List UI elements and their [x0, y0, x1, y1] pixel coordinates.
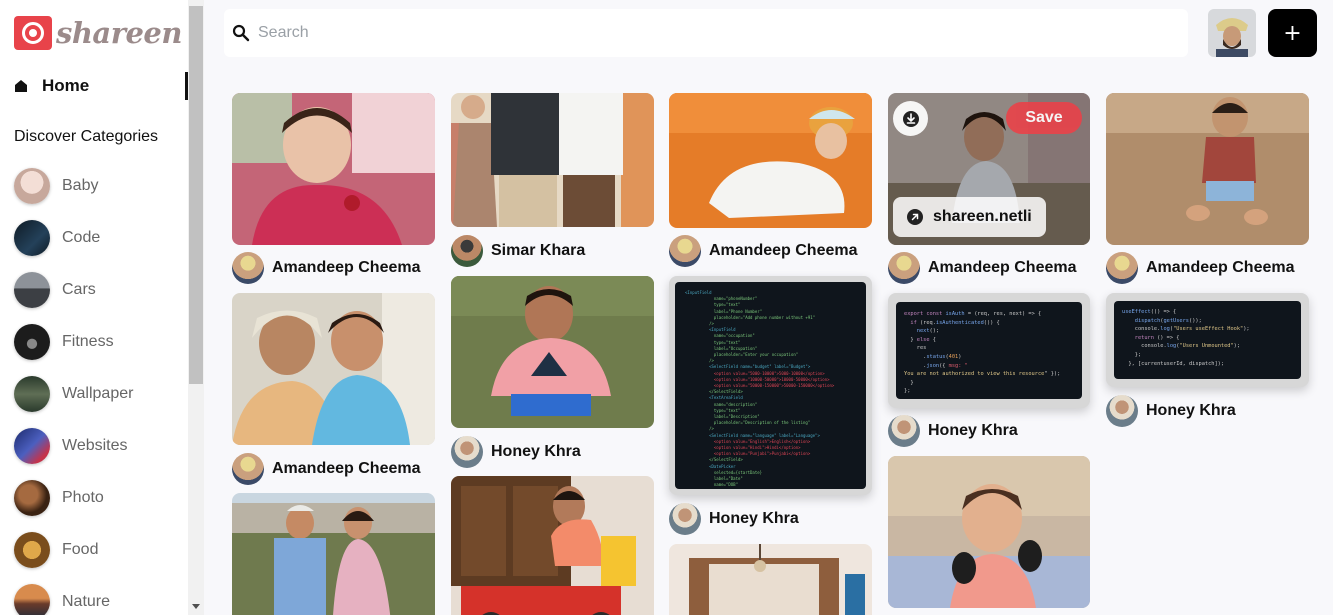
category-label: Nature [62, 593, 111, 610]
pin-image[interactable] [669, 544, 872, 615]
pin-image[interactable] [451, 93, 654, 227]
author-avatar [451, 235, 483, 267]
pin-image[interactable]: useEffect(() => { dispatch(getUsers()); … [1106, 293, 1309, 387]
pin-image[interactable] [232, 293, 435, 445]
discover-categories-title: Discover Categories [14, 128, 159, 145]
user-avatar[interactable] [1208, 9, 1256, 57]
pin-author[interactable]: Honey Khra [451, 436, 581, 468]
category-thumbnail [14, 168, 50, 204]
pin-author[interactable]: Honey Khra [1106, 395, 1236, 427]
scrollbar-thumb[interactable] [189, 6, 203, 384]
category-nature[interactable]: Nature [14, 584, 133, 615]
download-icon [902, 110, 919, 127]
author-avatar [451, 436, 483, 468]
category-websites[interactable]: Websites [14, 428, 133, 464]
author-avatar [232, 252, 264, 284]
category-food[interactable]: Food [14, 532, 133, 568]
app-logo[interactable]: shareen [14, 16, 182, 50]
brand-name: shareen [56, 16, 182, 50]
author-avatar [1106, 395, 1138, 427]
category-baby[interactable]: Baby [14, 168, 133, 204]
avatar-image [1208, 9, 1256, 57]
author-name: Amandeep Cheema [928, 259, 1077, 276]
pin-image[interactable] [1106, 93, 1309, 245]
category-label: Photo [62, 489, 104, 506]
sidebar: shareen Home Discover Categories Baby Co… [0, 0, 188, 615]
category-label: Websites [62, 437, 128, 454]
category-thumbnail [14, 272, 50, 308]
pin-image[interactable] [451, 476, 654, 615]
home-icon [15, 80, 27, 92]
scroll-down-arrow-icon[interactable] [192, 604, 200, 609]
category-thumbnail [14, 220, 50, 256]
category-thumbnail [14, 324, 50, 360]
author-name: Amandeep Cheema [272, 460, 421, 477]
author-avatar [669, 235, 701, 267]
pin-image[interactable] [232, 493, 435, 615]
author-avatar [232, 453, 264, 485]
search-input[interactable] [258, 24, 1158, 42]
category-code[interactable]: Code [14, 220, 133, 256]
author-name: Honey Khra [709, 510, 799, 527]
author-name: Honey Khra [1146, 402, 1236, 419]
pin-author[interactable]: Amandeep Cheema [888, 252, 1077, 284]
category-thumbnail [14, 428, 50, 464]
search-icon [232, 24, 250, 42]
author-name: Amandeep Cheema [272, 259, 421, 276]
code-screenshot: useEffect(() => { dispatch(getUsers()); … [1114, 301, 1301, 379]
category-wallpaper[interactable]: Wallpaper [14, 376, 133, 412]
pin-author[interactable]: Simar Khara [451, 235, 585, 267]
arrow-up-right-icon [907, 209, 923, 225]
camera-logo-icon [14, 16, 52, 50]
pin-image[interactable] [888, 456, 1090, 608]
category-cars[interactable]: Cars [14, 272, 133, 308]
author-name: Honey Khra [928, 422, 1018, 439]
author-name: Honey Khra [491, 443, 581, 460]
nav-home[interactable]: Home [14, 72, 188, 100]
pin-author[interactable]: Amandeep Cheema [232, 252, 421, 284]
author-avatar [1106, 252, 1138, 284]
category-label: Baby [62, 177, 99, 194]
category-label: Food [62, 541, 99, 558]
author-name: Amandeep Cheema [709, 242, 858, 259]
category-thumbnail [14, 584, 50, 615]
category-thumbnail [14, 532, 50, 568]
destination-link[interactable]: shareen.netli [893, 197, 1046, 237]
category-label: Fitness [62, 333, 114, 350]
pin-feed: Amandeep Cheema Amandeep Cheema Simar Kh… [224, 85, 1324, 615]
author-avatar [669, 503, 701, 535]
pin-image[interactable] [232, 93, 435, 245]
code-screenshot: export const isAuth = (req, res, next) =… [896, 302, 1082, 399]
download-button[interactable] [893, 101, 928, 136]
sidebar-scrollbar[interactable] [188, 0, 204, 615]
pin-image[interactable]: <InputField name="phoneNumber" type="tex… [669, 276, 872, 495]
category-fitness[interactable]: Fitness [14, 324, 133, 360]
author-name: Simar Khara [491, 242, 586, 259]
pin-author[interactable]: Honey Khra [669, 503, 799, 535]
pin-author[interactable]: Honey Khra [888, 415, 1018, 447]
category-label: Wallpaper [62, 385, 134, 402]
category-photo[interactable]: Photo [14, 480, 133, 516]
pin-image[interactable] [669, 93, 872, 228]
author-avatar [888, 415, 920, 447]
category-thumbnail [14, 480, 50, 516]
save-button[interactable]: Save [1006, 102, 1082, 134]
pin-image[interactable]: export const isAuth = (req, res, next) =… [888, 293, 1090, 408]
author-name: Amandeep Cheema [1146, 259, 1295, 276]
pin-image[interactable] [451, 276, 654, 428]
category-thumbnail [14, 376, 50, 412]
category-list: Baby Code Cars Fitness Wallpaper Website… [14, 168, 133, 615]
pin-author[interactable]: Amandeep Cheema [669, 235, 858, 267]
category-label: Code [62, 229, 101, 246]
category-label: Cars [62, 281, 96, 298]
search-bar[interactable] [224, 9, 1188, 57]
code-screenshot: <InputField name="phoneNumber" type="tex… [675, 282, 866, 489]
nav-home-label: Home [42, 76, 90, 95]
pin-author[interactable]: Amandeep Cheema [232, 453, 421, 485]
destination-link-label: shareen.netli [933, 208, 1032, 225]
author-avatar [888, 252, 920, 284]
add-pin-button[interactable]: + [1268, 9, 1317, 57]
pin-image[interactable]: Save shareen.netli [888, 93, 1090, 245]
pin-author[interactable]: Amandeep Cheema [1106, 252, 1295, 284]
